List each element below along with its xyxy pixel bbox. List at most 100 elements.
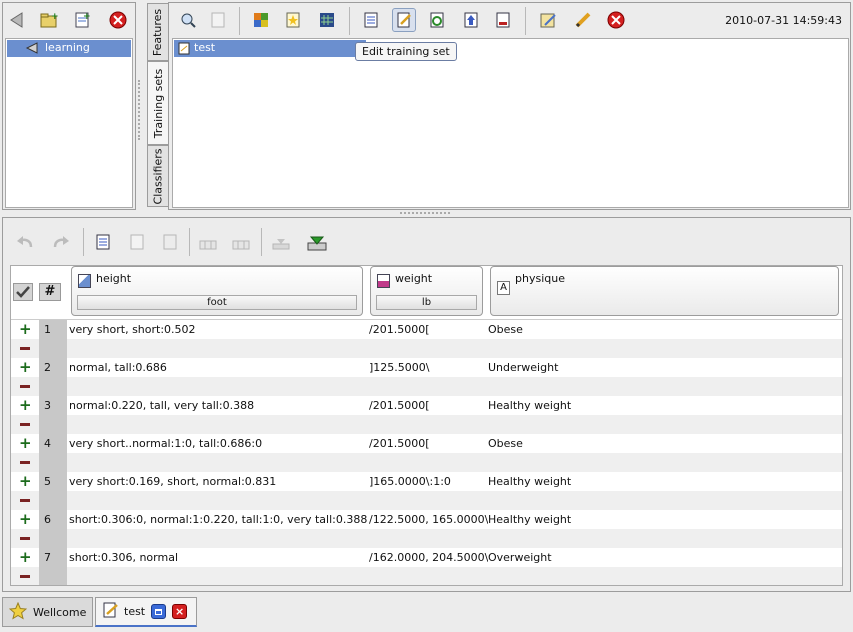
cell-height[interactable]: normal, tall:0.686 — [69, 361, 364, 374]
numeric-attribute-icon — [377, 274, 390, 288]
cell-height[interactable]: very short:0.169, short, normal:0.831 — [69, 475, 364, 488]
splitter-handle[interactable] — [138, 80, 141, 140]
cell-height[interactable]: short:0.306, normal — [69, 551, 364, 564]
add-row-icon[interactable] — [91, 230, 115, 254]
add-value-icon[interactable]: + — [19, 398, 32, 413]
cell-height[interactable]: very short, short:0.502 — [69, 323, 364, 336]
new-document-button[interactable]: + — [70, 8, 94, 32]
close-tab-icon[interactable]: × — [172, 604, 188, 619]
new-star-document-icon[interactable] — [281, 8, 305, 32]
toolbar-separator — [83, 228, 84, 256]
add-value-icon[interactable]: + — [19, 360, 32, 375]
timestamp: 2010-07-31 14:59:43 — [725, 14, 842, 27]
editor-panel: # height foot weight lb A physique + 1 v… — [2, 217, 851, 592]
fuzzy-attribute-icon — [78, 274, 91, 288]
add-value-icon[interactable]: + — [19, 512, 32, 527]
remove-column-icon[interactable] — [229, 230, 253, 254]
tab-training-sets[interactable]: Training sets — [147, 61, 169, 145]
copy-row-icon[interactable] — [125, 230, 149, 254]
table-row[interactable]: + 5 very short:0.169, short, normal:0.83… — [11, 472, 842, 510]
tab-classifiers[interactable]: Classifiers — [147, 145, 169, 207]
cell-height[interactable]: normal:0.220, tall, very tall:0.388 — [69, 399, 364, 412]
tab-wellcome[interactable]: Wellcome — [2, 597, 93, 627]
paste-row-icon[interactable] — [158, 230, 182, 254]
tab-features[interactable]: Features — [147, 3, 169, 61]
column-header-height[interactable]: height foot — [71, 266, 363, 316]
upload-training-set-icon[interactable] — [459, 8, 483, 32]
splitter-handle-horizontal[interactable] — [400, 212, 450, 215]
search-icon[interactable] — [176, 8, 200, 32]
project-tree: learning — [5, 38, 133, 208]
table-row[interactable]: + 1 very short, short:0.502 /201.5000[ O… — [11, 320, 842, 358]
add-column-icon[interactable] — [196, 230, 220, 254]
puzzle-icon[interactable] — [249, 8, 273, 32]
cell-physique[interactable]: Healthy weight — [488, 513, 828, 526]
tab-test[interactable]: test × — [95, 597, 197, 627]
cell-physique[interactable]: Healthy weight — [488, 399, 828, 412]
list-item-label: test — [194, 41, 216, 54]
add-value-icon[interactable]: + — [19, 474, 32, 489]
table-row[interactable]: + 3 normal:0.220, tall, very tall:0.388 … — [11, 396, 842, 434]
tab-label: Wellcome — [33, 605, 87, 619]
cell-weight[interactable]: ]165.0000\:1:0 — [369, 475, 486, 488]
add-value-icon[interactable]: + — [19, 436, 32, 451]
cell-weight[interactable]: /201.5000[ — [369, 323, 486, 336]
cell-weight[interactable]: ]125.5000\ — [369, 361, 486, 374]
redo-icon[interactable] — [49, 230, 73, 254]
table-row[interactable]: + 7 short:0.306, normal /162.0000, 204.5… — [11, 548, 842, 585]
back-icon[interactable] — [5, 8, 29, 32]
column-header-physique[interactable]: A physique — [490, 266, 839, 316]
training-set-list: test — [172, 38, 849, 208]
cell-height[interactable]: very short..normal:1:0, tall:0.686:0 — [69, 437, 364, 450]
toolbar-separator — [189, 228, 190, 256]
refresh-training-set-icon[interactable] — [425, 8, 449, 32]
unit-selector[interactable]: foot — [77, 295, 357, 310]
toolbar-separator — [525, 7, 526, 35]
cell-physique[interactable]: Overweight — [488, 551, 828, 564]
delete-training-set-icon[interactable] — [491, 8, 515, 32]
maximize-icon[interactable] — [151, 604, 167, 619]
tooltip: Edit training set — [355, 42, 457, 61]
close-icon[interactable] — [604, 8, 628, 32]
cell-weight[interactable]: /201.5000[ — [369, 399, 486, 412]
cell-height[interactable]: short:0.306:0, normal:1:0.220, tall:1:0,… — [69, 513, 367, 526]
remove-value-icon[interactable] — [20, 347, 30, 350]
table-row[interactable]: + 4 very short..normal:1:0, tall:0.686:0… — [11, 434, 842, 472]
document-disabled-icon[interactable] — [206, 8, 230, 32]
star-icon — [8, 601, 28, 623]
cell-physique[interactable]: Healthy weight — [488, 475, 828, 488]
remove-value-icon[interactable] — [20, 537, 30, 540]
import-icon[interactable] — [269, 230, 293, 254]
export-icon[interactable] — [305, 230, 329, 254]
cell-weight[interactable]: /162.0000, 204.5000\ — [369, 551, 488, 564]
toolbar-separator — [349, 7, 350, 35]
new-folder-button[interactable]: + — [37, 8, 61, 32]
remove-value-icon[interactable] — [20, 461, 30, 464]
close-icon[interactable] — [106, 8, 130, 32]
remove-value-icon[interactable] — [20, 499, 30, 502]
undo-icon[interactable] — [13, 230, 37, 254]
cell-physique[interactable]: Underweight — [488, 361, 828, 374]
grid-add-icon[interactable] — [315, 8, 339, 32]
edit-training-set-button[interactable] — [392, 8, 416, 32]
cell-weight[interactable]: /122.5000, 165.0000\ — [369, 513, 488, 526]
notepad-edit-icon[interactable] — [536, 8, 560, 32]
tree-item-learning[interactable]: learning — [7, 40, 131, 57]
remove-value-icon[interactable] — [20, 423, 30, 426]
remove-value-icon[interactable] — [20, 385, 30, 388]
add-value-icon[interactable]: + — [19, 550, 32, 565]
new-training-set-icon[interactable] — [359, 8, 383, 32]
select-all-checkbox[interactable] — [13, 283, 33, 301]
unit-selector[interactable]: lb — [376, 295, 477, 310]
add-value-icon[interactable]: + — [19, 322, 32, 337]
table-row[interactable]: + 2 normal, tall:0.686 ]125.5000\ Underw… — [11, 358, 842, 396]
pencil-icon[interactable] — [571, 8, 595, 32]
cell-weight[interactable]: /201.5000[ — [369, 437, 486, 450]
remove-value-icon[interactable] — [20, 575, 30, 578]
list-item-test[interactable]: test — [174, 40, 366, 57]
cell-physique[interactable]: Obese — [488, 323, 828, 336]
tree-item-label: learning — [45, 41, 90, 54]
cell-physique[interactable]: Obese — [488, 437, 828, 450]
column-header-weight[interactable]: weight lb — [370, 266, 483, 316]
table-row[interactable]: + 6 short:0.306:0, normal:1:0.220, tall:… — [11, 510, 842, 548]
